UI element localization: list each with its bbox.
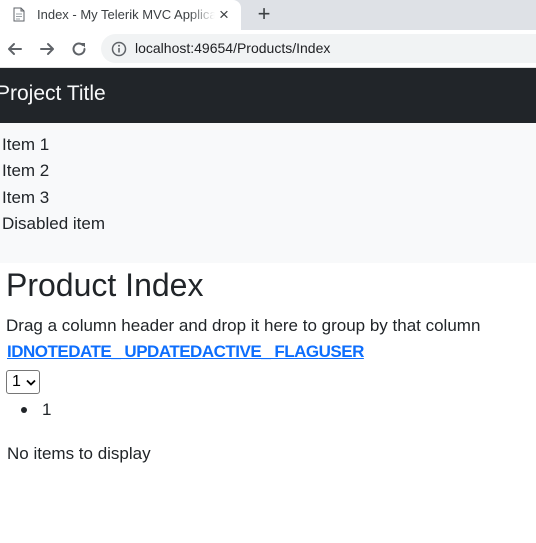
browser-toolbar: localhost:49654/Products/Index bbox=[0, 30, 536, 68]
address-bar[interactable]: localhost:49654/Products/Index bbox=[101, 34, 536, 63]
group-drop-hint: Drag a column header and drop it here to… bbox=[6, 316, 481, 335]
reload-icon[interactable] bbox=[69, 39, 89, 59]
menu-item-3[interactable]: Item 3 bbox=[2, 188, 49, 208]
page-content: Project Title Item 1 Item 2 Item 3 Disab… bbox=[0, 68, 536, 543]
column-header-note[interactable]: NOTE bbox=[23, 342, 69, 361]
back-arrow-icon[interactable] bbox=[5, 39, 25, 59]
menu-panel: Item 1 Item 2 Item 3 Disabled item bbox=[0, 123, 536, 263]
info-icon[interactable] bbox=[111, 41, 127, 57]
menu-item-disabled: Disabled item bbox=[2, 214, 105, 233]
navbar: Project Title bbox=[0, 68, 536, 123]
pager-page-1[interactable]: 1 bbox=[42, 400, 51, 420]
column-header-id[interactable]: ID bbox=[7, 342, 24, 361]
column-header-active-flag[interactable]: ACTIVE_ FLAG bbox=[202, 342, 319, 361]
empty-grid-message: No items to display bbox=[7, 444, 151, 463]
new-tab-button[interactable]: + bbox=[253, 3, 275, 25]
browser-tab[interactable]: Index - My Telerik MVC Application × bbox=[0, 0, 241, 30]
forward-arrow-icon[interactable] bbox=[37, 39, 57, 59]
column-header-date-updated[interactable]: DATE_ UPDATED bbox=[68, 342, 202, 361]
close-icon[interactable]: × bbox=[215, 6, 233, 24]
page-size-value: 1 bbox=[12, 373, 21, 390]
document-icon bbox=[13, 7, 25, 22]
menu-item-1[interactable]: Item 1 bbox=[2, 135, 49, 155]
navbar-brand[interactable]: Project Title bbox=[0, 82, 106, 106]
chevron-down-icon bbox=[26, 379, 36, 386]
menu-item-2[interactable]: Item 2 bbox=[2, 161, 49, 181]
tab-title: Index - My Telerik MVC Application bbox=[37, 7, 215, 22]
url-text: localhost:49654/Products/Index bbox=[135, 40, 331, 56]
tab-strip: Index - My Telerik MVC Application × + bbox=[0, 0, 536, 30]
page-size-select[interactable]: 1 bbox=[6, 370, 40, 394]
grid-column-headers: IDNOTEDATE_ UPDATEDACTIVE_ FLAGUSER bbox=[7, 342, 364, 362]
list-bullet bbox=[21, 407, 27, 413]
column-header-user[interactable]: USER bbox=[319, 342, 365, 361]
page-title: Product Index bbox=[6, 267, 204, 303]
